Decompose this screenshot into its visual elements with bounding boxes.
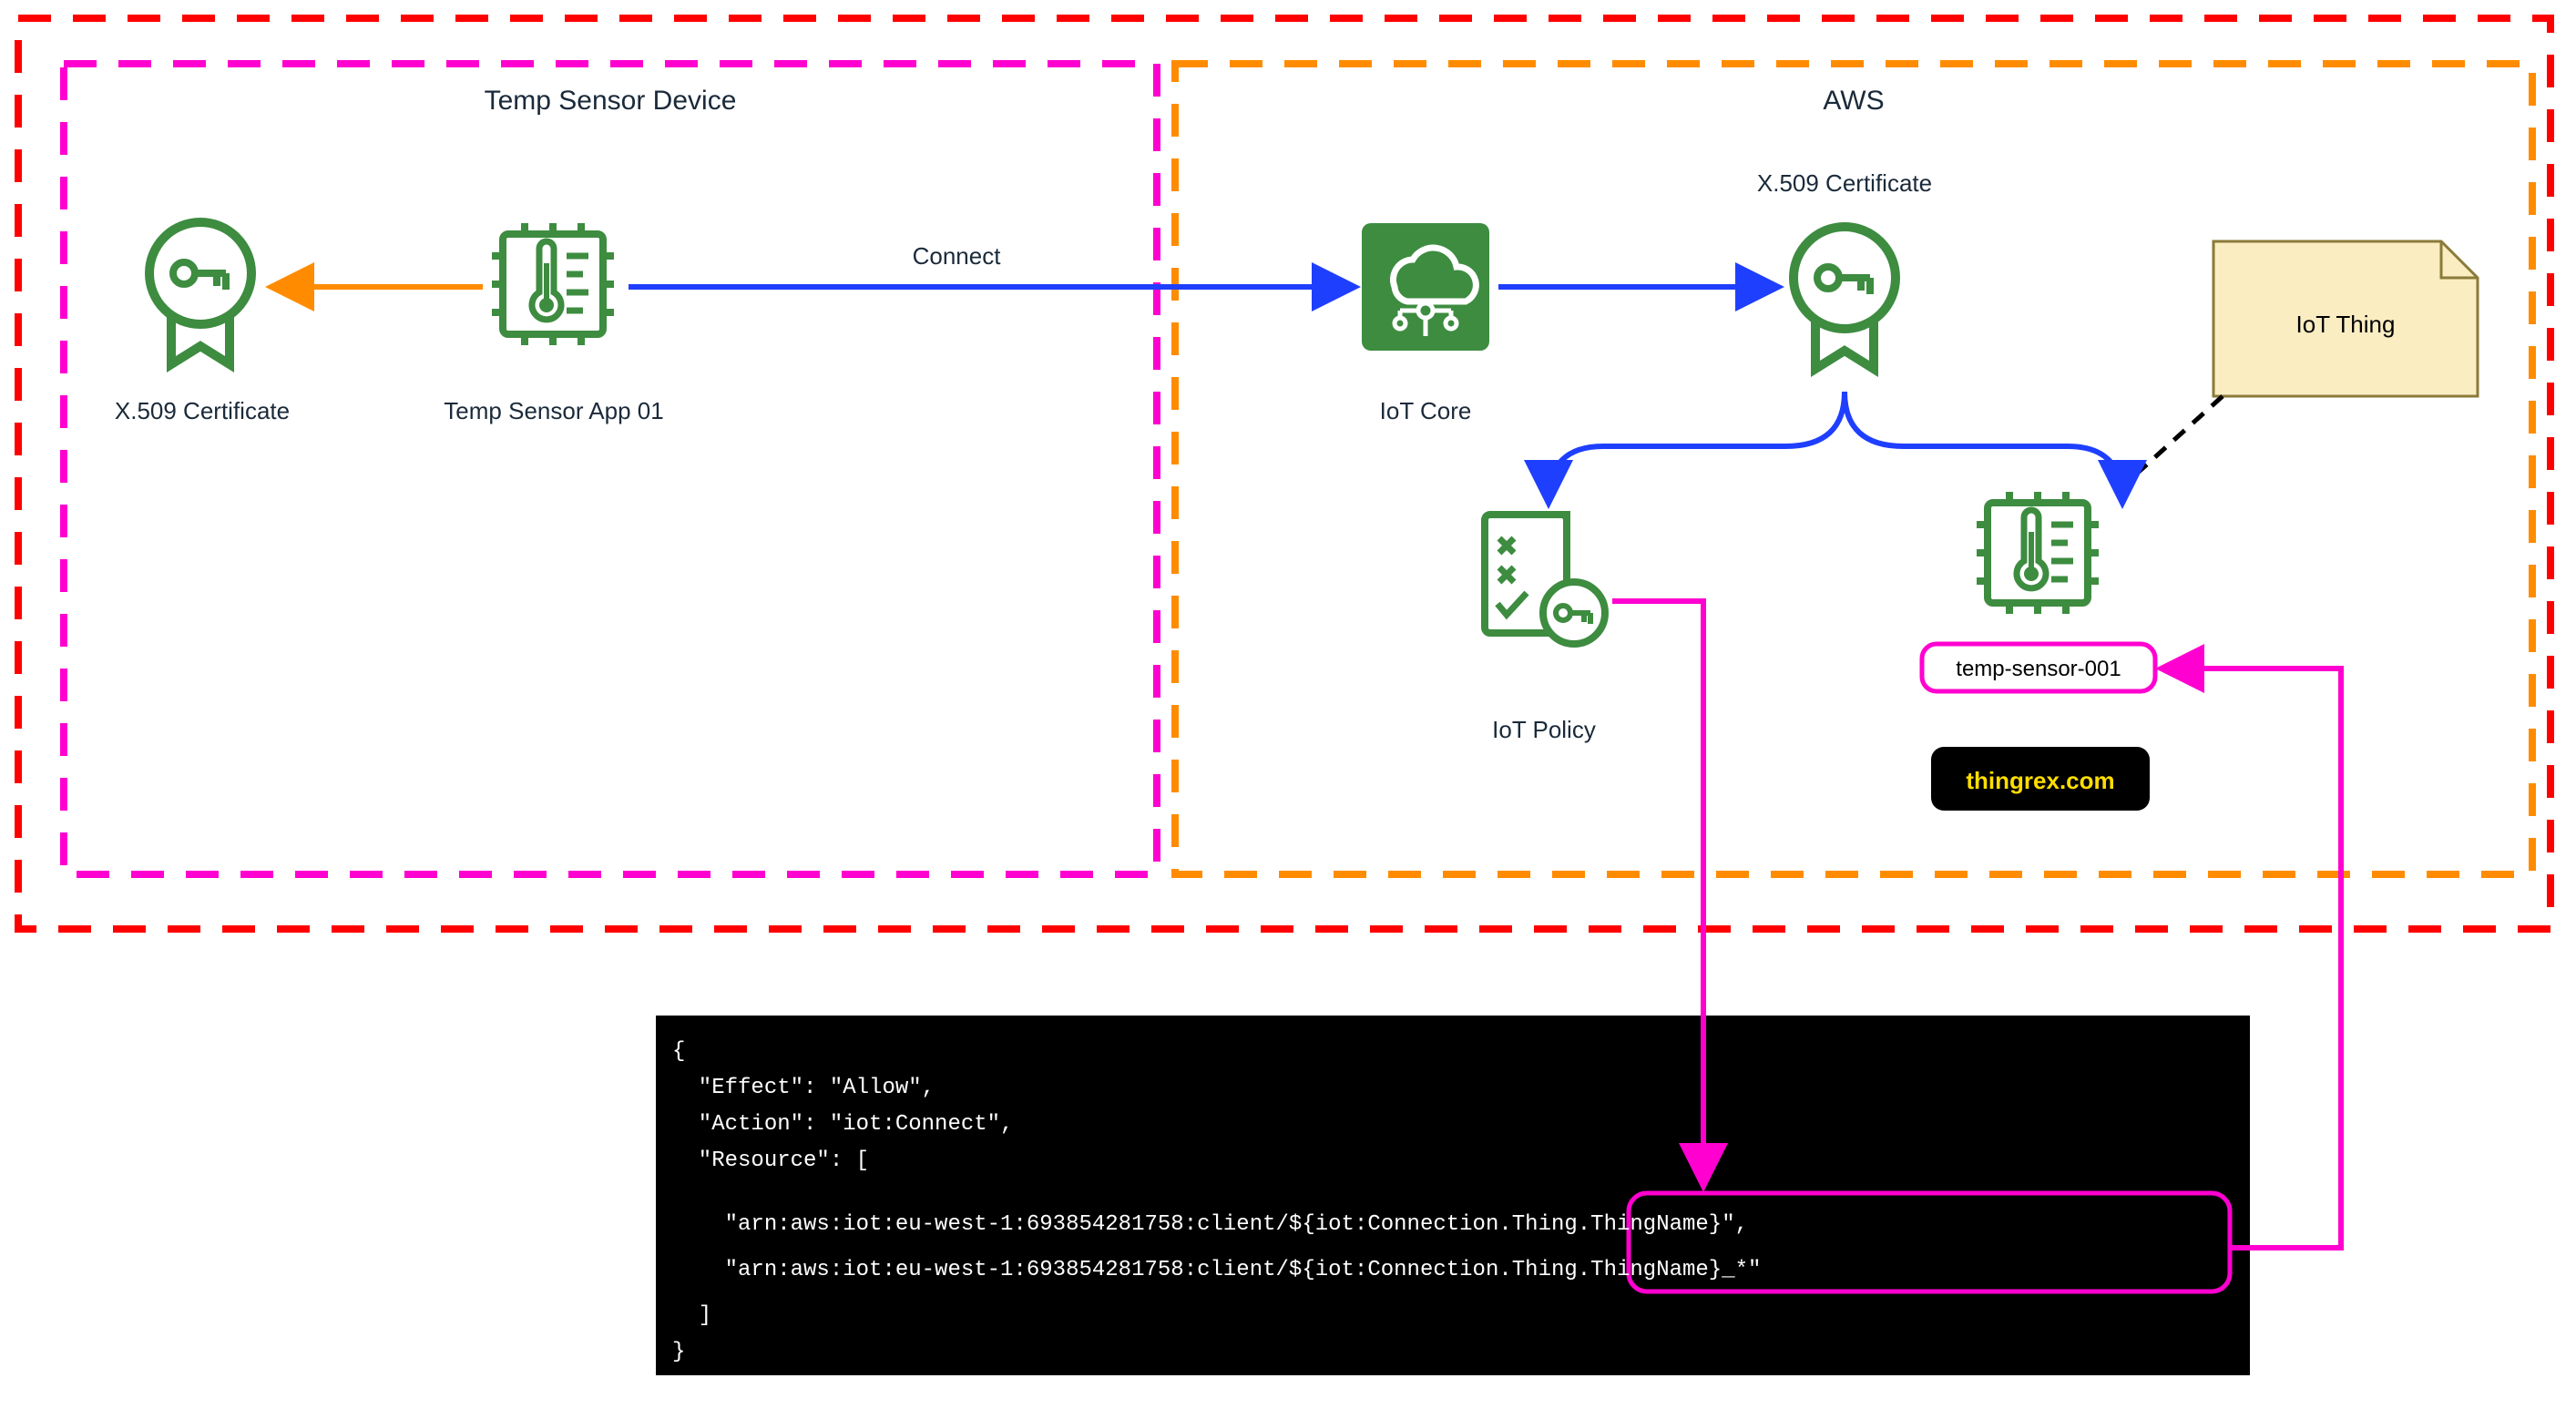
outer-boundary [18, 18, 2550, 929]
aws-cert-label: X.509 Certificate [1757, 169, 1932, 197]
connect-label: Connect [913, 242, 1002, 270]
aws-title: AWS [1823, 86, 1884, 116]
svg-text:IoT Thing: IoT Thing [2296, 311, 2396, 338]
certificate-icon [149, 222, 251, 364]
iot-thing-note: IoT Thing [2213, 241, 2478, 396]
device-container: Temp Sensor Device X.509 Certificate [64, 64, 1157, 874]
device-title: Temp Sensor Device [485, 86, 737, 116]
chip-thermometer-icon [492, 223, 614, 345]
code-line: { [672, 1039, 685, 1064]
thing-name: temp-sensor-001 [1956, 657, 2121, 681]
iot-policy-icon [1485, 515, 1605, 644]
code-line: "Action": "iot:Connect", [672, 1112, 1013, 1137]
aws-container: AWS IoT Core X.509 Certificate [1175, 64, 2532, 874]
device-cert-label: X.509 Certificate [115, 397, 290, 424]
iot-policy-label: IoT Policy [1492, 716, 1596, 743]
note-connector [2111, 396, 2223, 496]
code-line: } [672, 1340, 685, 1364]
device-app-label: Temp Sensor App 01 [444, 397, 663, 424]
watermark-text: thingrex.com [1966, 767, 2114, 794]
code-line: "arn:aws:iot:eu-west-1:693854281758:clie… [672, 1258, 1761, 1282]
certificate-icon [1794, 227, 1896, 369]
code-line: "Resource": [ [672, 1148, 869, 1173]
code-line: "Effect": "Allow", [672, 1076, 935, 1100]
arrow-cert-fanout [1549, 392, 2122, 501]
chip-thermometer-icon [1977, 492, 2099, 614]
code-line: "arn:aws:iot:eu-west-1:693854281758:clie… [672, 1212, 1748, 1237]
iot-core-label: IoT Core [1380, 397, 1472, 424]
iot-core-icon [1362, 223, 1489, 351]
code-line: ] [672, 1303, 711, 1328]
code-block: { "Effect": "Allow", "Action": "iot:Conn… [656, 1016, 2250, 1375]
